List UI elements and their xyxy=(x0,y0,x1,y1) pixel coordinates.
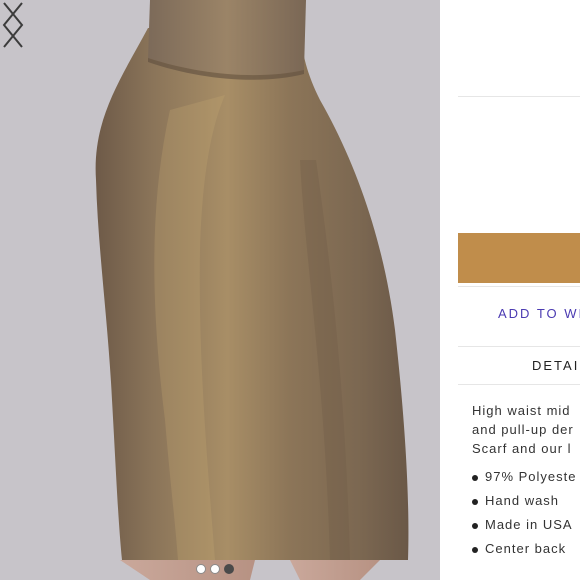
divider xyxy=(458,96,580,97)
feature-item: Hand wash xyxy=(472,492,577,516)
add-to-wishlist-link[interactable]: ADD TO WIS xyxy=(498,306,580,321)
product-details-panel: ADD TO WIS DETAI High waist mid and pull… xyxy=(440,0,580,580)
description-line: High waist mid xyxy=(472,403,571,418)
feature-item: 97% Polyeste xyxy=(472,468,577,492)
product-image-gallery[interactable] xyxy=(0,0,440,580)
description-line: and pull-up der xyxy=(472,422,574,437)
feature-item: Made in USA xyxy=(472,516,577,540)
details-heading[interactable]: DETAI xyxy=(532,358,579,373)
pagination-dot[interactable] xyxy=(196,564,206,574)
description-line: Scarf and our l xyxy=(472,441,572,456)
pagination-dot[interactable] xyxy=(210,564,220,574)
product-photo-skirt xyxy=(95,0,409,580)
divider xyxy=(458,286,580,287)
divider xyxy=(458,346,580,347)
product-description: High waist mid and pull-up der Scarf and… xyxy=(472,401,580,458)
pagination-dot-active[interactable] xyxy=(224,564,234,574)
add-to-bag-button[interactable] xyxy=(458,233,580,283)
feature-item: Center back xyxy=(472,540,577,564)
image-pagination xyxy=(196,564,234,574)
next-image-button[interactable] xyxy=(0,0,26,50)
divider xyxy=(458,384,580,385)
product-feature-list: 97% Polyeste Hand wash Made in USA Cente… xyxy=(472,468,577,564)
